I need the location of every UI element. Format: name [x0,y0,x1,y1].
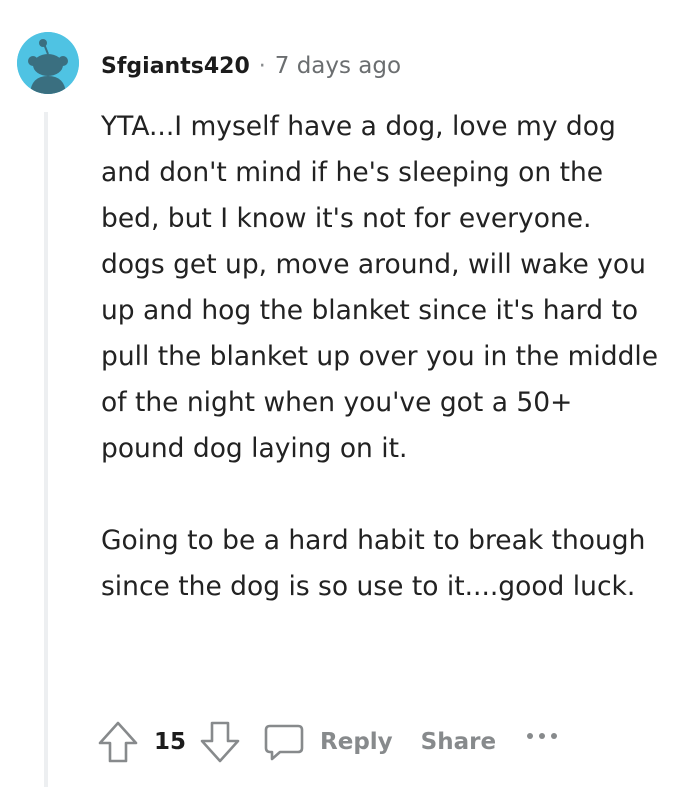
avatar[interactable] [17,32,79,94]
comment-header: Sfgiants420 · 7 days ago [101,48,401,84]
comment-paragraph-2: Going to be a hard habit to break though… [101,525,646,602]
reply-label: Reply [320,729,393,755]
more-options-icon [527,733,558,739]
share-button[interactable]: Share [421,729,496,755]
username-link[interactable]: Sfgiants420 [101,54,250,79]
upvote-button[interactable] [96,719,140,765]
comment-actions: 15 Reply Share [96,716,560,768]
timestamp[interactable]: 7 days ago [275,53,401,79]
thread-line[interactable] [44,112,48,787]
more-options-button[interactable] [524,730,560,742]
comment-body: YTA...I myself have a dog, love my dog a… [101,104,661,610]
upvote-arrow-icon [98,721,138,763]
downvote-button[interactable] [198,719,242,765]
snoo-avatar-icon [17,32,79,94]
comment-paragraph-1: YTA...I myself have a dog, love my dog a… [101,111,659,464]
vote-score: 15 [154,729,187,755]
reply-button[interactable]: Reply [262,720,393,764]
downvote-arrow-icon [200,721,240,763]
comment-bubble-icon [264,724,304,761]
separator-dot: · [258,53,266,79]
